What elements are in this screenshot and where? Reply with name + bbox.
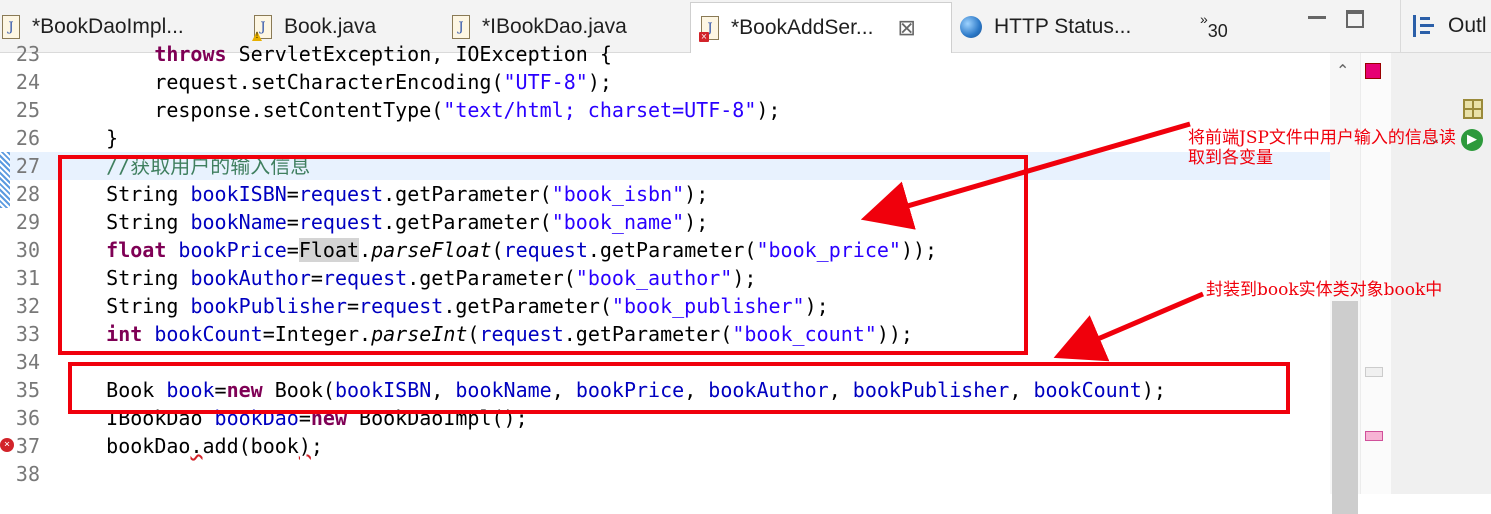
scrollbar-thumb[interactable] (1332, 301, 1358, 514)
overflow-count: 30 (1207, 20, 1228, 41)
line-number: 33 (15, 322, 40, 346)
vertical-scrollbar[interactable]: ⌃ (1330, 53, 1360, 514)
code-text: response.setContentType("text/html; char… (154, 98, 781, 122)
java-file-icon: J (2, 15, 20, 39)
annotation-box-constructor (68, 362, 1290, 414)
overview-ruler (1360, 53, 1391, 494)
code-text: throws ServletException, IOException { (154, 42, 612, 66)
code-text: request.setCharacterEncoding("UTF-8"); (154, 70, 612, 94)
error-marker-icon[interactable]: × (0, 438, 14, 452)
code-line[interactable]: 37 × bookDao.add(book); (0, 432, 1330, 460)
change-marker (0, 152, 10, 208)
line-number: 38 (15, 462, 40, 486)
maximize-icon[interactable] (1346, 10, 1364, 28)
code-text: } (106, 126, 119, 150)
outline-icon (1413, 15, 1438, 37)
scroll-up-icon[interactable]: ⌃ (1336, 61, 1349, 80)
line-number: 29 (15, 210, 40, 234)
code-line[interactable]: 38 (0, 460, 1330, 488)
line-number: 31 (15, 266, 40, 290)
tab-label: HTTP Status... (994, 15, 1132, 38)
line-number: 23 (15, 42, 40, 66)
annotation-box-input (58, 155, 1028, 355)
line-number: 36 (15, 406, 40, 430)
java-file-error-icon: J × (699, 16, 719, 42)
java-file-warning-icon: J! (252, 15, 272, 41)
overflow-chevron-icon: » (1200, 11, 1208, 27)
overview-marker (1365, 367, 1383, 377)
annotation-note-wrap-book: 封装到book实体类对象book中 (1206, 280, 1443, 300)
tab-label: *IBookDao.java (482, 15, 627, 38)
line-number: 24 (15, 70, 40, 94)
line-number: 35 (15, 378, 40, 402)
line-number: 30 (15, 238, 40, 262)
globe-icon (960, 16, 982, 38)
line-number: 26 (15, 126, 40, 150)
run-icon[interactable]: ▶ (1461, 129, 1483, 151)
error-overview-marker[interactable] (1365, 63, 1381, 79)
close-tab-icon[interactable]: ⊠ (897, 15, 915, 41)
outline-view-tab[interactable]: Outl (1400, 0, 1491, 52)
outline-panel: ▶ ⌄ (1390, 53, 1491, 494)
code-line[interactable]: 25 response.setContentType("text/html; ch… (0, 96, 1330, 124)
tab-label: *BookAddSer... (731, 16, 874, 39)
minimize-icon[interactable] (1308, 16, 1326, 19)
line-number: 32 (15, 294, 40, 318)
tab-label: *BookDaoImpl... (32, 15, 184, 38)
code-text: bookDao.add(book); (106, 434, 323, 458)
code-line[interactable]: 23 throws ServletException, IOException { (0, 40, 1330, 68)
line-number: 34 (15, 350, 40, 374)
outline-grid-icon[interactable] (1463, 99, 1483, 119)
code-line[interactable]: 24 request.setCharacterEncoding("UTF-8"); (0, 68, 1330, 96)
code-line[interactable]: 26} (0, 124, 1330, 152)
tab-label: Book.java (284, 15, 377, 38)
outline-tab-label: Outl (1448, 14, 1487, 37)
annotation-note-read-input: 将前端JSP文件中用户输入的信息读取到各变量 (1188, 128, 1456, 168)
line-number: 25 (15, 98, 40, 122)
java-file-icon: J (452, 15, 470, 39)
overview-error-marker[interactable] (1365, 431, 1383, 441)
